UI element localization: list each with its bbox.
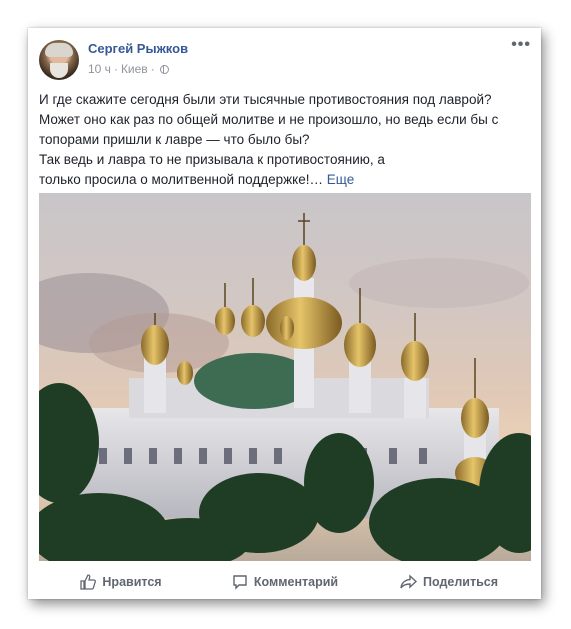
globe-icon[interactable] [159,64,169,74]
post-photo[interactable] [39,193,531,561]
meta-separator: · [113,62,118,76]
post-text-line: топорами пришли к лавре — что было бы? [39,132,310,147]
share-label: Поделиться [422,575,499,589]
share-icon [400,574,417,589]
share-button[interactable]: Поделиться [367,574,531,590]
comment-icon [233,575,247,590]
post-text-line: Может оно как раз по общей молитве и не … [39,112,499,127]
comment-button[interactable]: Комментарий [203,574,367,590]
meta-separator: · [150,62,155,76]
ellipsis: … [309,172,323,187]
post-card: Сергей Рыжков 10 ч · Киев · ••• И где ск… [28,28,541,599]
like-button[interactable]: Нравится [39,574,203,590]
avatar-beard [50,63,68,78]
comment-label: Комментарий [253,575,339,589]
post-time[interactable]: 10 ч [88,62,111,76]
post-text-tail: только просила о молитвенной поддержке! [39,172,310,187]
post-meta: 10 ч · Киев · [88,62,169,76]
avatar-hair [45,43,73,57]
action-bar: Нравится Комментарий Поделиться [39,569,531,595]
more-options-icon[interactable]: ••• [511,36,531,54]
post-location[interactable]: Киев [121,62,148,76]
thumbs-up-icon [80,574,97,590]
post-text-line: И где скажите сегодня были эти тысячные … [39,92,492,107]
post-text: И где скажите сегодня были эти тысячные … [39,90,531,190]
like-label: Нравится [102,575,162,589]
author-name[interactable]: Сергей Рыжков [88,41,188,56]
post-text-line-last: только просила о молитвенной поддержке!…… [39,170,531,190]
avatar[interactable] [39,40,79,80]
lavra-illustration [39,213,531,561]
see-more-link[interactable]: Еще [327,172,354,187]
post-text-line: Так ведь и лавра то не призывала к проти… [39,152,385,167]
